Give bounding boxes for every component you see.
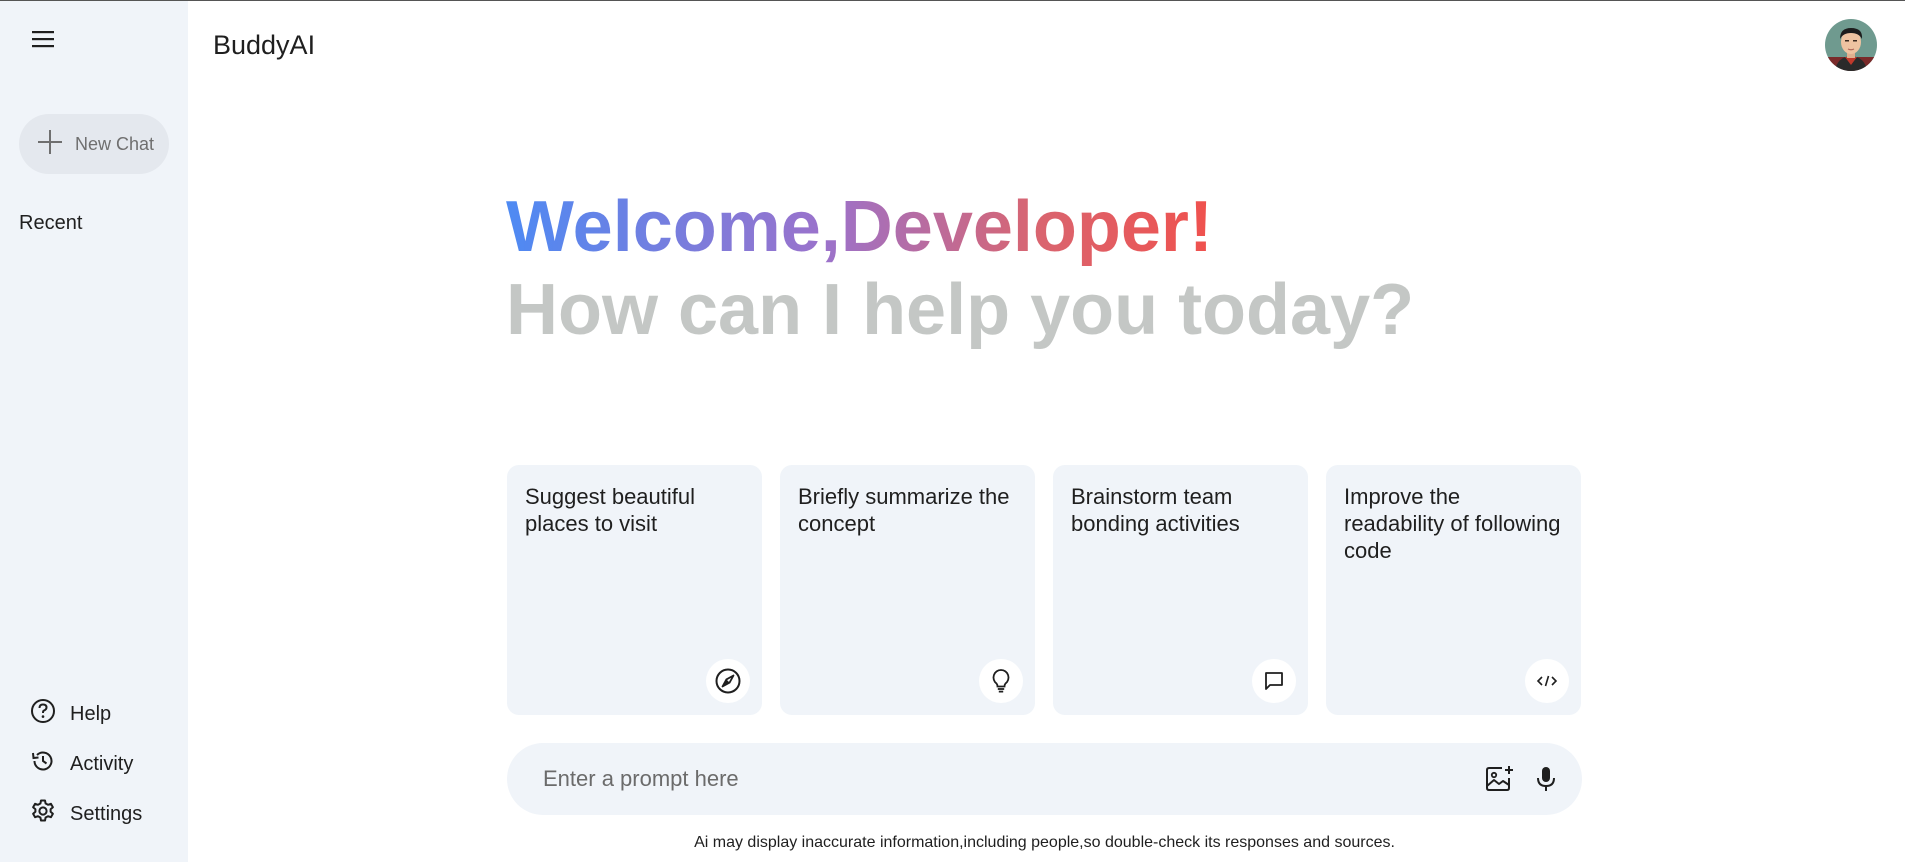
welcome-heading-text: Welcome,Developer! [506, 187, 1213, 267]
suggestion-card-summarize[interactable]: Briefly summarize the concept [780, 465, 1035, 715]
hamburger-menu-icon[interactable] [26, 24, 60, 54]
window-top-border [0, 0, 1905, 1]
sidebar-item-activity-label: Activity [70, 752, 134, 775]
plus-icon [37, 129, 63, 160]
prompt-input[interactable] [543, 766, 1484, 792]
microphone-icon[interactable] [1534, 764, 1558, 794]
suggestion-card-text: Suggest beautiful places to visit [525, 484, 696, 536]
disclaimer-text: Ai may display inaccurate information,in… [694, 834, 1395, 851]
sidebar-item-settings-label: Settings [70, 802, 143, 825]
history-icon [30, 748, 56, 780]
add-image-icon[interactable] [1484, 764, 1516, 794]
sidebar-item-activity[interactable]: Activity [30, 748, 142, 780]
recent-heading: Recent [19, 212, 83, 234]
suggestion-card-text: Briefly summarize the concept [798, 484, 1010, 536]
avatar[interactable] [1825, 19, 1877, 71]
prompt-bar [507, 743, 1582, 815]
suggestion-cards: Suggest beautiful places to visit Briefl… [507, 465, 1581, 715]
compass-icon [706, 659, 750, 703]
help-subheading: How can I help you today? [506, 270, 1415, 350]
welcome-heading: Welcome,Developer! [506, 185, 1213, 269]
sidebar-item-help[interactable]: Help [30, 698, 142, 730]
gear-icon [30, 798, 56, 830]
suggestion-card-code[interactable]: Improve the readability of following cod… [1326, 465, 1581, 715]
prompt-actions [1484, 764, 1558, 794]
lightbulb-icon [979, 659, 1023, 703]
chat-bubble-icon [1252, 659, 1296, 703]
suggestion-card-brainstorm[interactable]: Brainstorm team bonding activities [1053, 465, 1308, 715]
sidebar-item-help-label: Help [70, 702, 112, 725]
sidebar: New Chat Recent Help Activity Settings [0, 0, 188, 862]
suggestion-card-text: Improve the readability of following cod… [1344, 484, 1561, 563]
new-chat-button[interactable]: New Chat [19, 114, 169, 174]
help-icon [30, 698, 56, 730]
app-title: BuddyAI [213, 30, 316, 60]
suggestion-card-places[interactable]: Suggest beautiful places to visit [507, 465, 762, 715]
suggestion-card-text: Brainstorm team bonding activities [1071, 484, 1240, 536]
sidebar-bottom-menu: Help Activity Settings [30, 698, 142, 830]
code-icon [1525, 659, 1569, 703]
new-chat-label: New Chat [75, 133, 155, 154]
sidebar-item-settings[interactable]: Settings [30, 798, 142, 830]
